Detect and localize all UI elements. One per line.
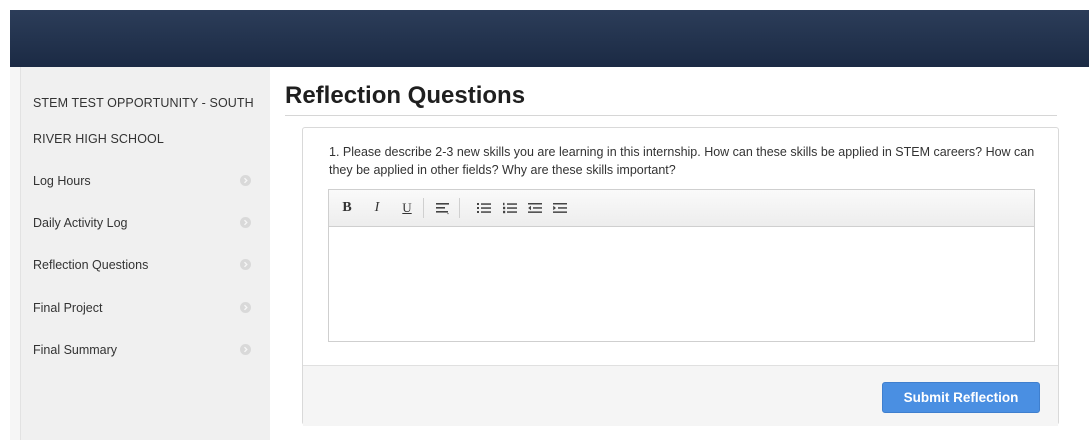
bullet-list-icon[interactable] [475, 198, 493, 218]
sidebar-item-label: Final Summary [33, 343, 118, 357]
underline-button[interactable]: U [400, 198, 414, 218]
bold-button[interactable]: B [339, 198, 355, 218]
chevron-right-icon [240, 175, 251, 186]
sidebar-item-label: Daily Activity Log [33, 216, 128, 230]
toolbar-separator [423, 198, 424, 218]
sidebar-item-label: Final Project [33, 301, 103, 315]
italic-button[interactable]: I [370, 198, 384, 218]
editor-toolbar: B I U [329, 190, 1034, 227]
top-header-bar [10, 10, 1089, 67]
page-title: Reflection Questions [285, 82, 526, 109]
sidebar-item-final-project[interactable]: Final Project [21, 294, 270, 324]
reflection-card: 1. Please describe 2-3 new skills you ar… [302, 127, 1059, 426]
chevron-right-icon [240, 217, 251, 228]
indent-icon[interactable] [551, 198, 569, 218]
outdent-icon[interactable] [526, 198, 544, 218]
opportunity-title-line1: STEM TEST OPPORTUNITY - SOUTH [33, 96, 254, 110]
opportunity-title-line2: RIVER HIGH SCHOOL [33, 132, 164, 146]
sidebar: STEM TEST OPPORTUNITY - SOUTH RIVER HIGH… [21, 67, 270, 440]
question-text: 1. Please describe 2-3 new skills you ar… [329, 145, 1035, 177]
toolbar-separator [459, 198, 460, 218]
chevron-right-icon [240, 259, 251, 270]
reflection-answer-input[interactable] [329, 227, 1034, 341]
align-left-icon[interactable] [433, 198, 453, 218]
rich-text-editor: B I U [328, 189, 1035, 342]
chevron-right-icon [240, 302, 251, 313]
chevron-right-icon [240, 344, 251, 355]
title-divider [285, 115, 1057, 116]
sidebar-item-label: Log Hours [33, 174, 91, 188]
sidebar-item-label: Reflection Questions [33, 258, 149, 272]
numbered-list-icon[interactable] [501, 198, 519, 218]
card-footer: Submit Reflection [303, 365, 1058, 426]
sidebar-item-reflection-questions[interactable]: Reflection Questions [21, 251, 270, 281]
submit-reflection-button[interactable]: Submit Reflection [882, 382, 1040, 413]
sidebar-item-final-summary[interactable]: Final Summary [21, 336, 270, 366]
left-edge-strip [10, 67, 21, 440]
sidebar-item-log-hours[interactable]: Log Hours [21, 167, 270, 197]
sidebar-item-daily-activity-log[interactable]: Daily Activity Log [21, 209, 270, 239]
